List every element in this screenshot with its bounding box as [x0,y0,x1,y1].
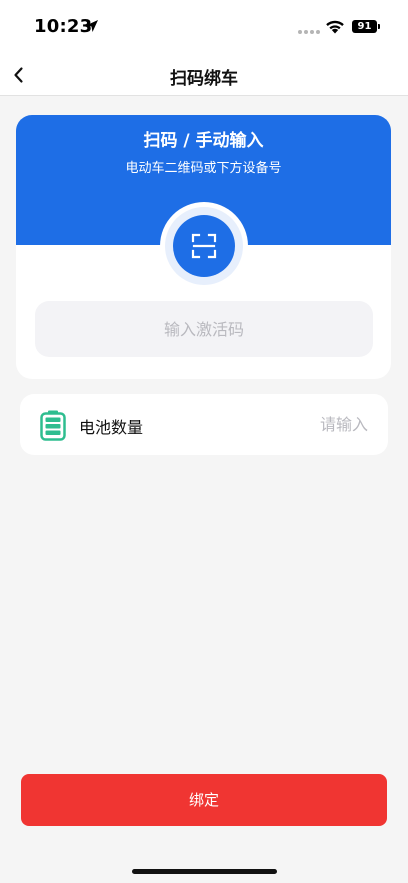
battery-count-label: 电池数量 [79,418,144,437]
battery-level: 91 [357,21,372,32]
battery-count-input[interactable] [228,408,368,440]
scan-button[interactable] [173,215,235,277]
battery-count-row: 电池数量 [20,394,388,455]
battery-icon: 91 [352,20,377,33]
battery-tip [378,24,380,29]
page-title: 扫码绑车 [170,69,238,89]
status-bar: 10:23 91 [0,0,408,54]
location-arrow-icon [86,20,98,32]
scan-frame-icon [191,233,217,259]
scan-subtitle: 电动车二维码或下方设备号 [125,161,282,176]
signal-dots-icon [298,30,320,34]
activation-code-input[interactable] [35,301,373,357]
screen: 10:23 91 扫码绑车 扫码 / 手动输入 电动车二维码或下方设备号 输入激… [0,0,408,883]
bind-button[interactable]: 绑定 [21,774,387,826]
nav-bar: 扫码绑车 [0,54,408,96]
scan-title: 扫码 / 手动输入 [143,131,264,151]
wifi-icon [326,20,344,34]
home-indicator [132,869,277,874]
battery-green-icon [40,410,66,441]
scan-card: 扫码 / 手动输入 电动车二维码或下方设备号 [16,115,391,379]
